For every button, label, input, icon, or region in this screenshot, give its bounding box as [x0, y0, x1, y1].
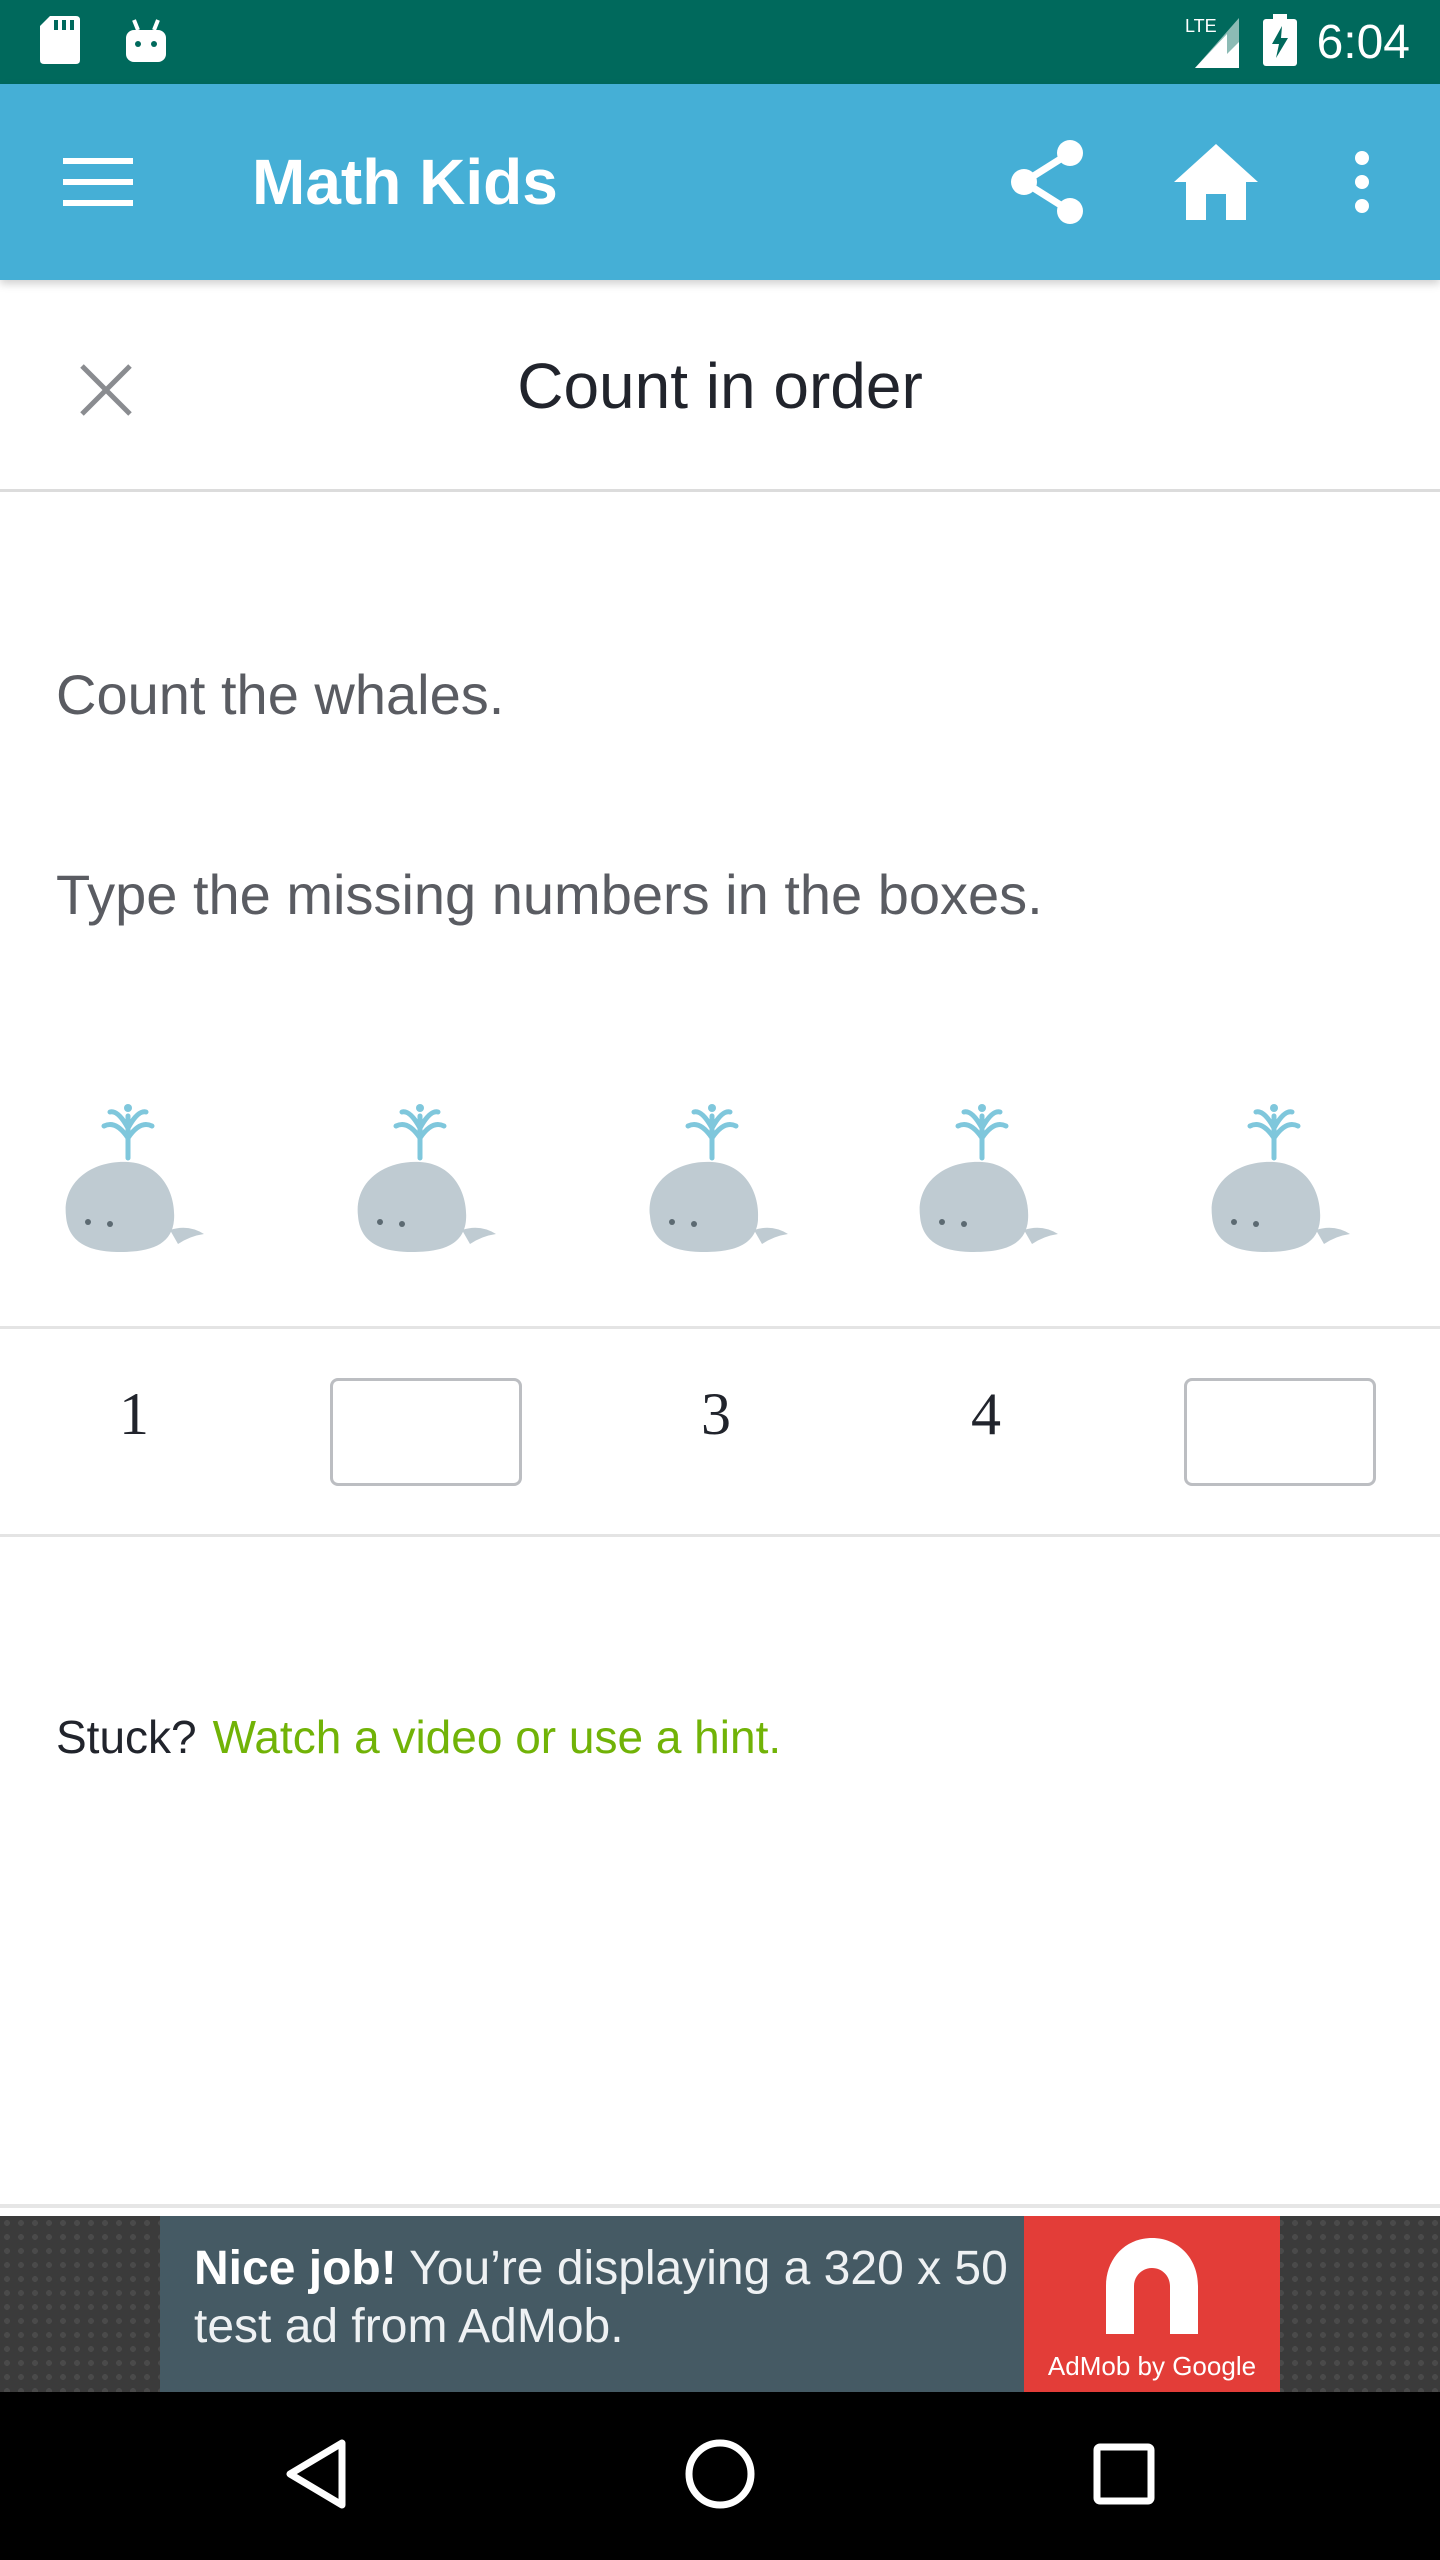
divider [0, 1326, 1440, 1329]
status-time: 6:04 [1316, 15, 1410, 69]
stuck-label: Stuck? [56, 1711, 197, 1763]
whale-icon [1204, 1098, 1354, 1258]
whale-icon [58, 1098, 208, 1258]
answer-box-2[interactable] [330, 1378, 522, 1486]
more-options-button[interactable] [1312, 134, 1412, 234]
ad-line-1: You’re displaying a 320 x 50 [396, 2242, 1008, 2295]
sequence-number-4: 4 [971, 1381, 1001, 1447]
help-section: Stuck? Watch a video or use a hint. [56, 1710, 781, 1764]
app-bar: Math Kids [0, 84, 1440, 280]
ad-line-2: test ad from AdMob. [194, 2300, 624, 2353]
back-icon [284, 2439, 348, 2514]
home-icon [1174, 143, 1258, 225]
sd-card-icon [40, 16, 80, 69]
divider [0, 1534, 1440, 1537]
ad-text: Nice job! You’re displaying a 320 x 50 t… [194, 2240, 1014, 2356]
hint-link[interactable]: Watch a video or use a hint. [213, 1711, 782, 1763]
whale-icon [350, 1098, 500, 1258]
more-vert-icon [1352, 150, 1372, 219]
whale-icon [642, 1098, 792, 1258]
bottom-divider [0, 2204, 1440, 2208]
answer-box-5[interactable] [1184, 1378, 1376, 1486]
back-button[interactable] [266, 2426, 366, 2526]
hamburger-menu-icon [63, 156, 133, 213]
battery-charging-icon [1262, 13, 1297, 71]
home-button[interactable] [1166, 134, 1266, 234]
sequence-number-1: 1 [119, 1381, 149, 1447]
whales-row [0, 1098, 1440, 1258]
exercise-title: Count in order [517, 350, 923, 422]
admob-icon [1100, 2234, 1204, 2343]
signal-icon: LTE [1183, 12, 1243, 73]
sequence-number-3: 3 [701, 1381, 731, 1447]
ad-banner[interactable]: Nice job! You’re displaying a 320 x 50 t… [160, 2216, 1280, 2392]
status-bar: LTE 6:04 [0, 0, 1440, 84]
navigation-bar [0, 2392, 1440, 2560]
svg-text:LTE: LTE [1185, 16, 1217, 36]
android-icon [124, 16, 168, 69]
ad-area: Nice job! You’re displaying a 320 x 50 t… [0, 2216, 1440, 2392]
app-title: Math Kids [252, 146, 558, 218]
question-line-2: Type the missing numbers in the boxes. [56, 863, 1043, 926]
menu-button[interactable] [50, 144, 146, 224]
exercise-header: Count in order [0, 280, 1440, 492]
home-nav-button[interactable] [670, 2426, 770, 2526]
recents-icon [1093, 2443, 1155, 2510]
question-line-1: Count the whales. [56, 663, 505, 726]
home-circle-icon [684, 2438, 756, 2515]
ad-headline: Nice job! [194, 2242, 397, 2295]
recents-button[interactable] [1074, 2426, 1174, 2526]
share-button[interactable] [998, 134, 1098, 234]
number-sequence: 1 3 4 [0, 1330, 1440, 1536]
share-icon [1008, 139, 1088, 230]
whale-icon [912, 1098, 1062, 1258]
admob-logo: AdMob by Google [1024, 2216, 1280, 2392]
ad-brand: AdMob by Google [1047, 2351, 1257, 2381]
